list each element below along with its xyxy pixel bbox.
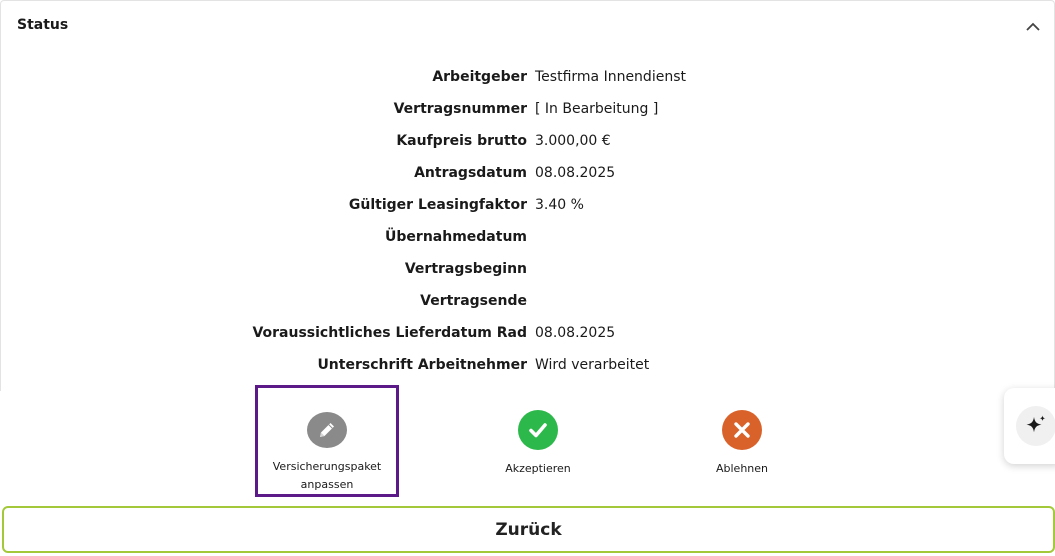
details-list: Arbeitgeber Testfirma Innendienst Vertra… [1, 63, 1054, 383]
detail-label: Gültiger Leasingfaktor [348, 197, 527, 213]
chevron-up-icon [1026, 22, 1040, 31]
detail-label: Übernahmedatum [385, 229, 527, 245]
detail-row-vertragsnummer: Vertragsnummer [ In Bearbeitung ] [1, 95, 1054, 127]
sparkle-icon [1016, 406, 1055, 446]
detail-value: Testfirma Innendienst [535, 69, 686, 85]
panel-title: Status [17, 17, 69, 33]
ai-assistant-button[interactable] [1004, 388, 1055, 464]
detail-value: 08.08.2025 [535, 325, 616, 341]
status-panel: Status Arbeitgeber Testfirma Innendienst… [0, 0, 1055, 391]
detail-row-vertragsbeginn: Vertragsbeginn [1, 255, 1054, 287]
detail-label: Arbeitgeber [432, 69, 527, 85]
detail-value: [ In Bearbeitung ] [535, 101, 659, 117]
detail-label: Voraussichtliches Lieferdatum Rad [252, 325, 527, 341]
collapse-button[interactable] [1024, 17, 1042, 35]
x-icon [722, 410, 762, 450]
detail-row-vertragsende: Vertragsende [1, 287, 1054, 319]
back-button[interactable]: Zurück [2, 506, 1055, 553]
accept-button[interactable]: Akzeptieren [488, 410, 588, 478]
reject-label: Ablehnen [715, 462, 768, 475]
detail-row-kaufpreis: Kaufpreis brutto 3.000,00 € [1, 127, 1054, 159]
adjust-insurance-button[interactable]: Versicherungspaket anpassen [255, 385, 399, 497]
detail-label: Unterschrift Arbeitnehmer [317, 357, 527, 373]
detail-label: Kaufpreis brutto [396, 133, 527, 149]
detail-value: 3.40 % [535, 197, 584, 213]
detail-value: 3.000,00 € [535, 133, 611, 149]
adjust-insurance-label: Versicherungspaket anpassen [272, 460, 382, 491]
accept-label: Akzeptieren [505, 462, 571, 475]
detail-label: Antragsdatum [414, 165, 527, 181]
detail-row-lieferdatum: Voraussichtliches Lieferdatum Rad 08.08.… [1, 319, 1054, 351]
reject-button[interactable]: Ablehnen [692, 410, 792, 478]
action-bar: Versicherungspaket anpassen Akzeptieren … [0, 385, 1055, 506]
pencil-icon [307, 412, 347, 448]
detail-row-arbeitgeber: Arbeitgeber Testfirma Innendienst [1, 63, 1054, 95]
detail-label: Vertragsbeginn [404, 261, 527, 277]
detail-label: Vertragsende [420, 293, 527, 309]
detail-value: 08.08.2025 [535, 165, 616, 181]
checkmark-icon [518, 410, 558, 450]
detail-value: Wird verarbeitet [535, 357, 650, 373]
detail-row-leasingfaktor: Gültiger Leasingfaktor 3.40 % [1, 191, 1054, 223]
detail-row-unterschrift: Unterschrift Arbeitnehmer Wird verarbeit… [1, 351, 1054, 383]
detail-label: Vertragsnummer [393, 101, 527, 117]
detail-row-uebernahmedatum: Übernahmedatum [1, 223, 1054, 255]
page: Status Arbeitgeber Testfirma Innendienst… [0, 0, 1055, 556]
detail-row-antragsdatum: Antragsdatum 08.08.2025 [1, 159, 1054, 191]
